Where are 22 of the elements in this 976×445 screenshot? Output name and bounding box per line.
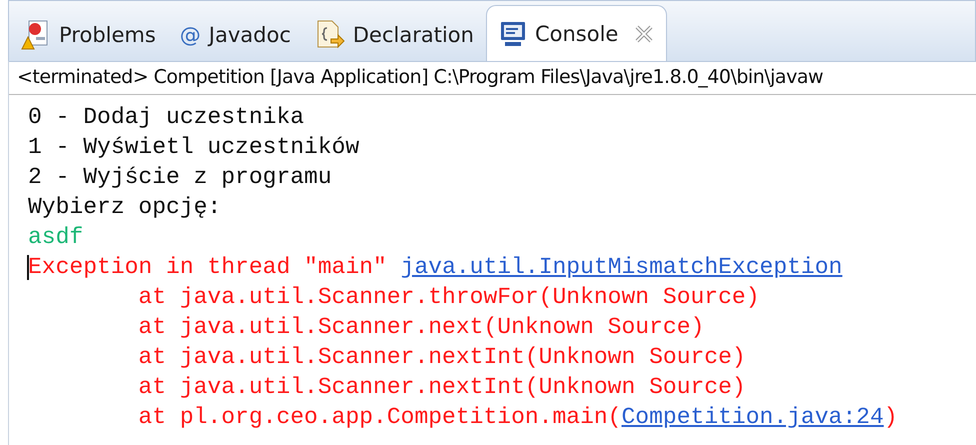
console-line: 2 - Wyjście z programu <box>28 163 332 192</box>
console-line: 1 - Wyświetl uczestników <box>28 133 360 162</box>
input-text: asdf <box>28 223 84 252</box>
view-tab[interactable]: Problems <box>9 9 168 61</box>
source-link[interactable]: java.util.InputMismatchException <box>400 254 842 280</box>
close-icon[interactable] <box>634 24 654 44</box>
error-line: Exception in thread "main" <box>28 254 388 280</box>
console-line: Wybierz opcję: <box>28 193 222 222</box>
stack-trace-line: at pl.org.ceo.app.Competition.main( <box>138 404 622 430</box>
console-line: 0 - Dodaj uczestnika <box>28 103 304 132</box>
view-tab[interactable]: Console <box>486 5 668 61</box>
at-sign-icon: @ <box>180 23 201 47</box>
document-arrow-icon <box>314 19 345 51</box>
stack-trace-line: at java.util.Scanner.nextInt(Unknown Source) <box>138 343 746 372</box>
source-link[interactable]: Competition.java:24 <box>622 404 884 430</box>
console-header: <terminated> Competition [Java Application] C:\Program Files\Java\jre1.8.0_40\bin\javaw <box>9 61 976 95</box>
view-tab[interactable]: Declaration <box>302 9 486 61</box>
stack-trace-line: ) <box>884 404 898 430</box>
view-tab[interactable]: @ Javadoc <box>168 9 303 61</box>
stack-trace-line: at java.util.Scanner.next(Unknown Source) <box>138 313 704 342</box>
stack-trace-line: at java.util.Scanner.throwFor(Unknown Source) <box>138 283 760 312</box>
stack-trace-line: at java.util.Scanner.nextInt(Unknown Source) <box>138 373 746 402</box>
